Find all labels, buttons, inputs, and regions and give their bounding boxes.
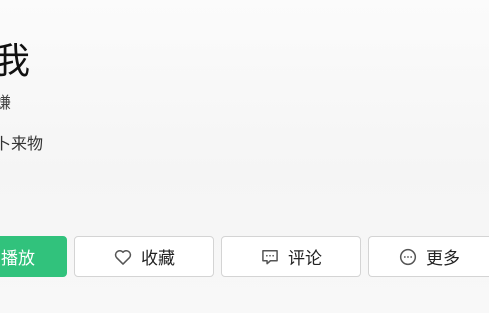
play-button-label: 播放: [1, 249, 35, 269]
favorite-button[interactable]: 收藏: [74, 236, 214, 277]
more-button[interactable]: 更多: [368, 236, 489, 277]
more-icon: [398, 247, 418, 267]
description: 卜来物: [0, 134, 44, 153]
comment-button[interactable]: 评论: [221, 236, 361, 277]
comment-icon: [260, 247, 280, 267]
heart-icon: [113, 247, 133, 267]
page-title: 我: [0, 41, 31, 82]
more-button-label: 更多: [426, 249, 460, 269]
play-button[interactable]: 播放: [0, 236, 67, 277]
favorite-button-label: 收藏: [141, 249, 175, 269]
comment-button-label: 评论: [288, 249, 322, 269]
subtitle: 嫌: [0, 93, 12, 112]
